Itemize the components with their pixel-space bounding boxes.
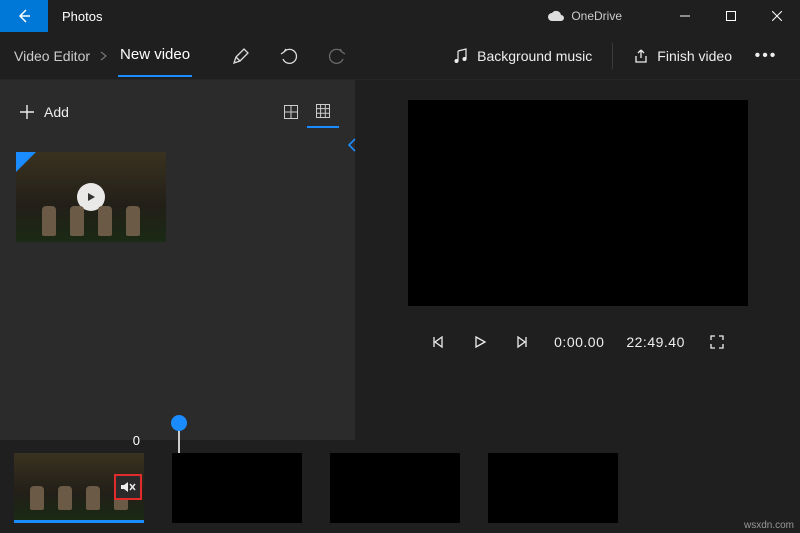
project-library: Add bbox=[0, 80, 355, 440]
cloud-icon bbox=[547, 10, 565, 22]
chevron-left-icon bbox=[347, 138, 357, 152]
close-button[interactable] bbox=[754, 0, 800, 32]
view-large-button[interactable] bbox=[275, 96, 307, 128]
maximize-button[interactable] bbox=[708, 0, 754, 32]
background-music-button[interactable]: Background music bbox=[439, 32, 606, 80]
onedrive-status[interactable]: OneDrive bbox=[547, 9, 622, 23]
speaker-mute-icon bbox=[120, 480, 136, 494]
total-time: 22:49.40 bbox=[626, 334, 685, 350]
arrow-left-icon bbox=[16, 8, 32, 24]
export-icon bbox=[633, 48, 649, 64]
window-controls bbox=[662, 0, 800, 32]
main-area: Add bbox=[0, 80, 800, 440]
undo-icon bbox=[280, 47, 298, 65]
breadcrumb-root[interactable]: Video Editor bbox=[14, 48, 90, 64]
storyboard-slot[interactable] bbox=[172, 453, 302, 523]
finish-video-button[interactable]: Finish video bbox=[619, 32, 746, 80]
toolbar: Video Editor New video Background music … bbox=[0, 32, 800, 80]
plus-icon bbox=[20, 105, 34, 119]
pencil-icon bbox=[232, 47, 250, 65]
current-time: 0:00.00 bbox=[554, 334, 604, 350]
storyboard-clip[interactable]: 0 bbox=[14, 453, 144, 523]
prev-frame-button[interactable] bbox=[428, 332, 448, 352]
next-frame-button[interactable] bbox=[512, 332, 532, 352]
clip-duration: 0 bbox=[133, 433, 140, 448]
more-button[interactable]: ••• bbox=[746, 47, 786, 65]
watermark: wsxdn.com bbox=[744, 520, 794, 531]
storyboard-slot[interactable] bbox=[488, 453, 618, 523]
fullscreen-icon bbox=[710, 335, 724, 349]
back-button[interactable] bbox=[0, 0, 48, 32]
play-button[interactable] bbox=[470, 332, 490, 352]
redo-button[interactable] bbox=[316, 36, 358, 76]
chevron-right-icon bbox=[100, 51, 108, 61]
grid-large-icon bbox=[284, 105, 298, 119]
preview-pane: 0:00.00 22:49.40 bbox=[355, 80, 800, 440]
tab-new-video[interactable]: New video bbox=[118, 34, 192, 77]
collapse-library-button[interactable] bbox=[347, 138, 357, 152]
undo-button[interactable] bbox=[268, 36, 310, 76]
step-forward-icon bbox=[515, 335, 529, 349]
storyboard-slot[interactable] bbox=[330, 453, 460, 523]
divider bbox=[612, 43, 613, 69]
play-icon bbox=[473, 335, 487, 349]
app-title: Photos bbox=[62, 9, 102, 24]
minimize-button[interactable] bbox=[662, 0, 708, 32]
playback-controls: 0:00.00 22:49.40 bbox=[398, 332, 758, 352]
step-back-icon bbox=[431, 335, 445, 349]
view-small-button[interactable] bbox=[307, 96, 339, 128]
add-button[interactable]: Add bbox=[16, 98, 73, 126]
title-bar: Photos OneDrive bbox=[0, 0, 800, 32]
view-toggle bbox=[275, 96, 339, 128]
play-icon bbox=[86, 192, 96, 202]
music-icon bbox=[453, 48, 469, 64]
redo-icon bbox=[328, 47, 346, 65]
storyboard[interactable]: 0 bbox=[0, 441, 800, 533]
rename-button[interactable] bbox=[220, 36, 262, 76]
library-clip-thumbnail[interactable] bbox=[16, 152, 166, 242]
grid-small-icon bbox=[316, 104, 330, 118]
mute-button[interactable] bbox=[114, 474, 142, 500]
fullscreen-button[interactable] bbox=[707, 332, 727, 352]
video-preview[interactable] bbox=[408, 100, 748, 306]
